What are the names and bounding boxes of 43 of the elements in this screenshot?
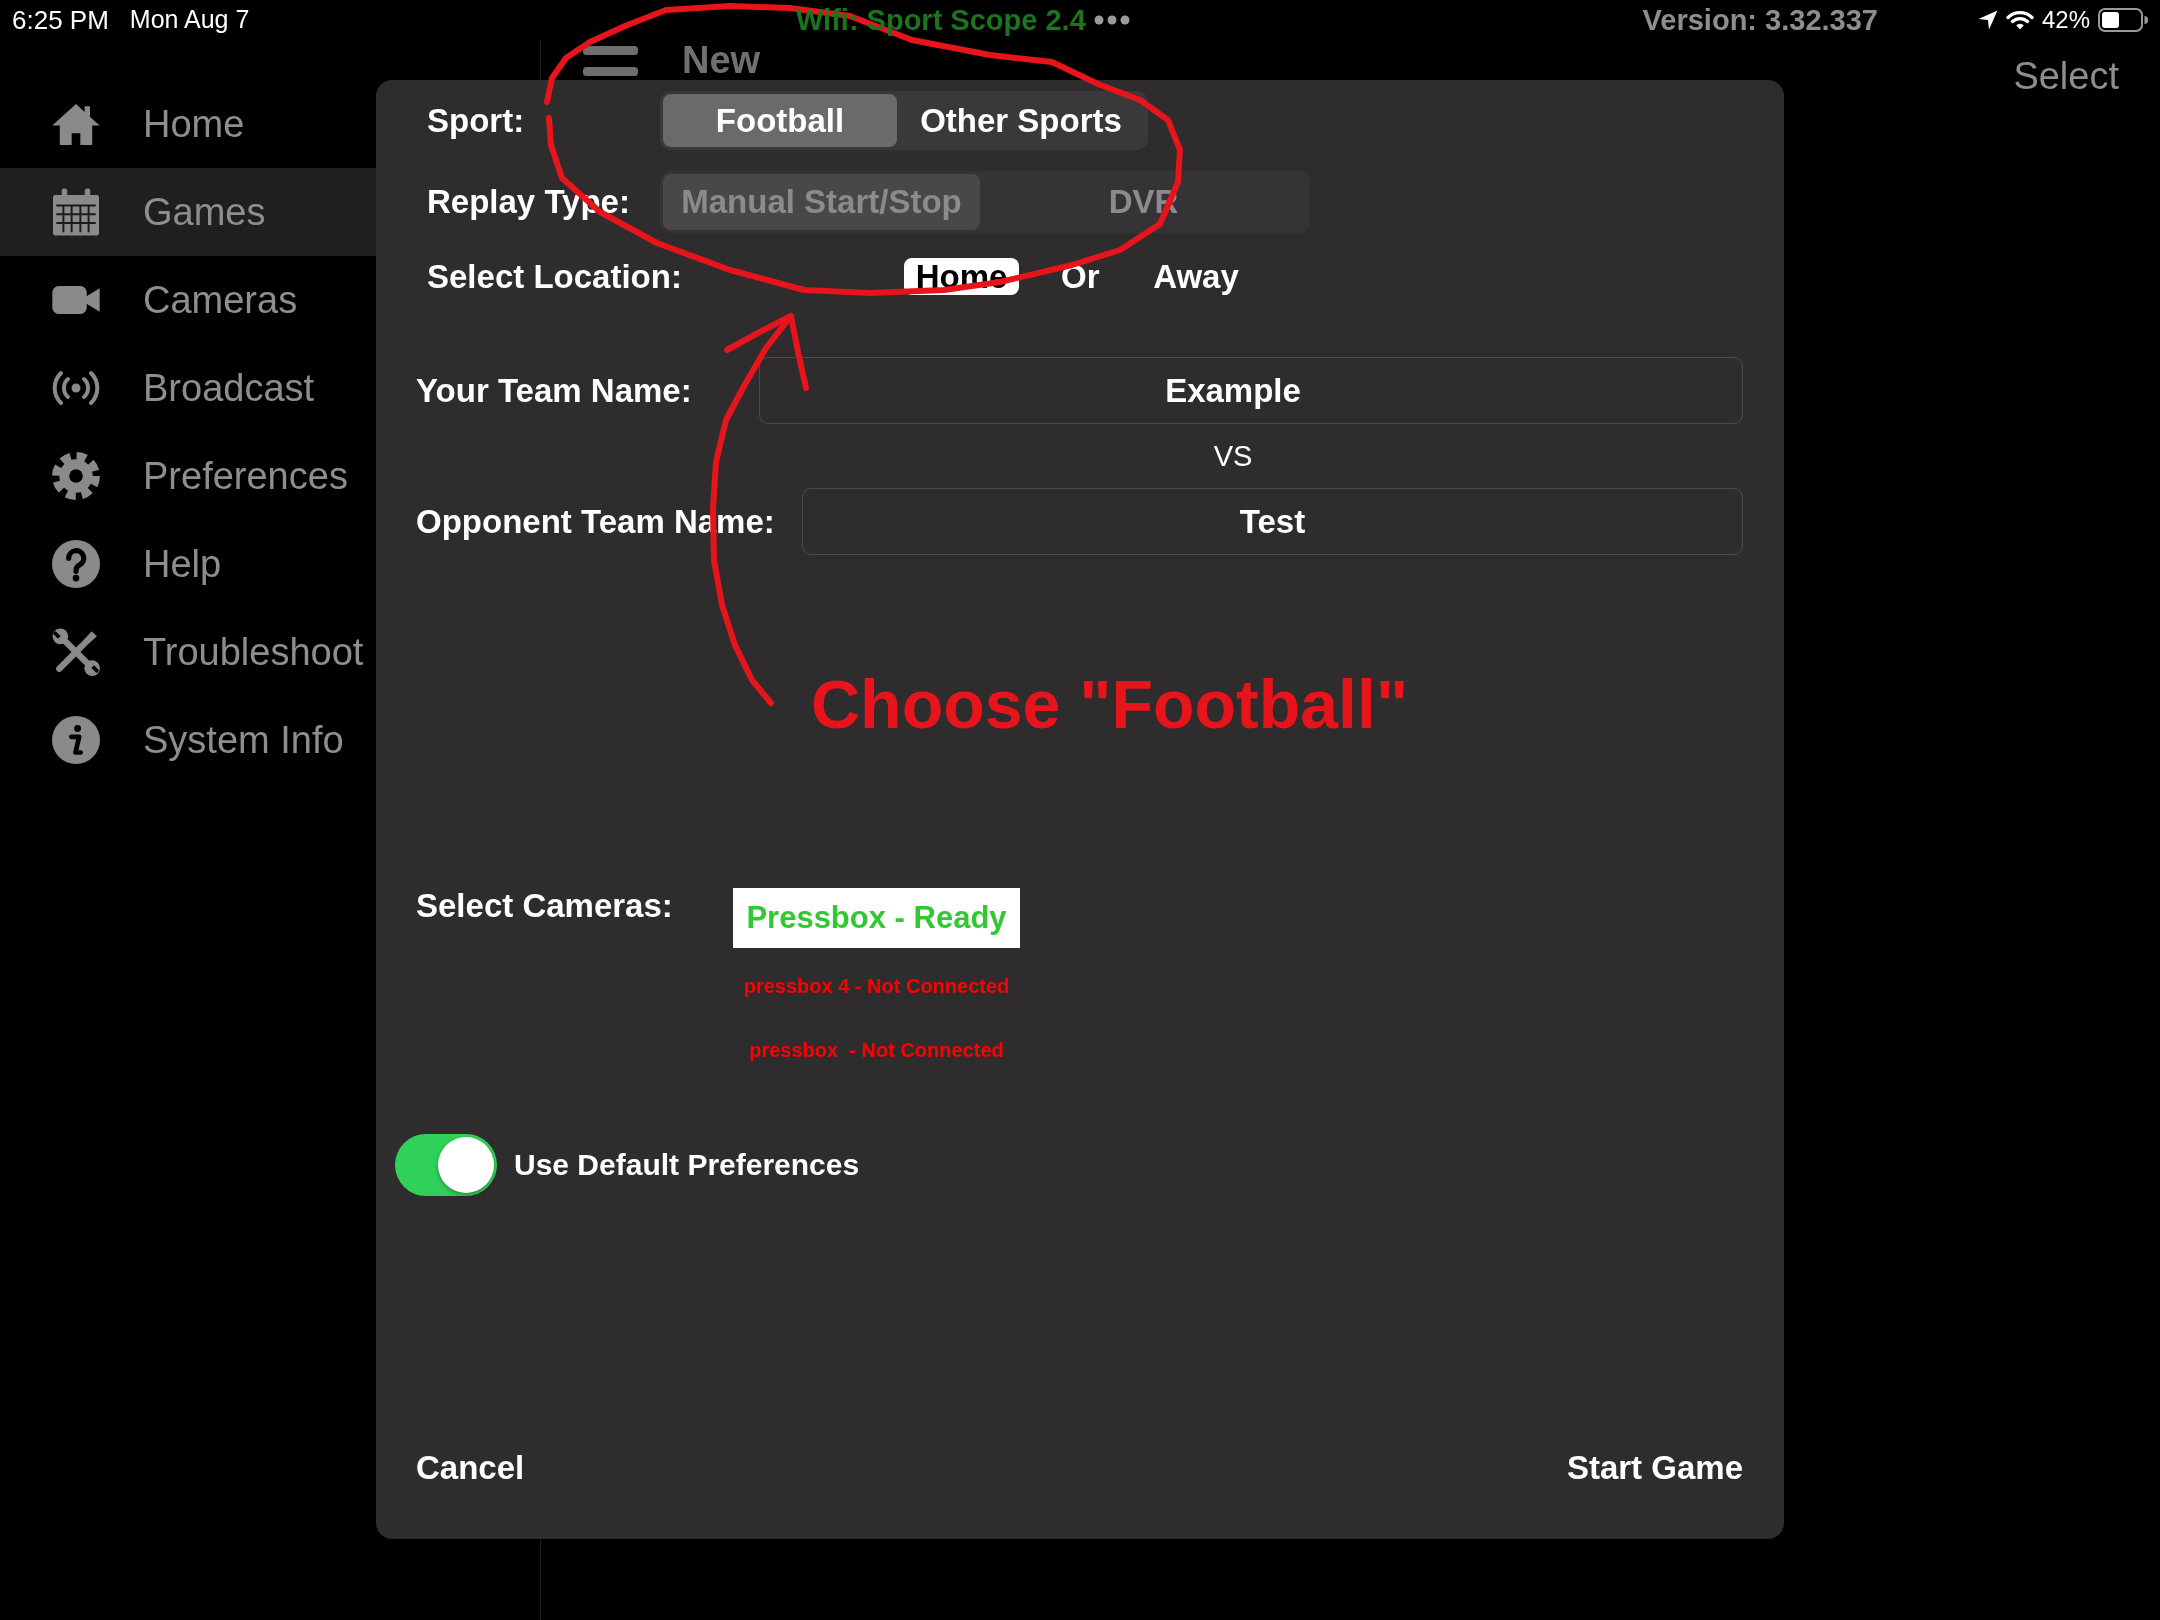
broadcast-icon bbox=[52, 370, 100, 406]
help-icon bbox=[52, 540, 100, 588]
location-arrow-icon bbox=[1977, 10, 1998, 30]
camera-option[interactable]: pressbox - Not Connected bbox=[733, 1018, 1020, 1082]
calendar-icon bbox=[53, 188, 99, 236]
sidebar-item[interactable]: Home bbox=[0, 80, 376, 168]
sidebar-item[interactable]: Cameras bbox=[0, 256, 376, 344]
video-camera-icon bbox=[52, 286, 100, 314]
annotation-text: Choose "Football" bbox=[811, 665, 1409, 744]
cancel-button[interactable]: Cancel bbox=[416, 1449, 525, 1487]
versus-text: VS bbox=[1213, 439, 1253, 473]
wrench-screwdriver-icon bbox=[52, 628, 100, 676]
sidebar-item[interactable]: Broadcast bbox=[0, 344, 376, 432]
opponent-name-field[interactable]: Test bbox=[802, 488, 1743, 555]
toggle-label: Use Default Preferences bbox=[514, 1148, 860, 1182]
sport-label: Sport: bbox=[427, 100, 526, 141]
location-label: Select Location: bbox=[427, 256, 683, 297]
version-text: Version: 3.32.337 bbox=[1642, 3, 1878, 37]
wifi-icon bbox=[2005, 9, 2034, 31]
info-icon bbox=[52, 716, 100, 764]
sidebar-item[interactable]: Preferences bbox=[0, 432, 376, 520]
team-name-field[interactable]: Example bbox=[759, 357, 1743, 424]
start-game-button[interactable]: Start Game bbox=[1566, 1449, 1743, 1487]
gear-icon bbox=[52, 452, 100, 500]
segment-tab[interactable]: Other Sports bbox=[897, 94, 1145, 147]
camera-option[interactable]: pressbox 4 - Not Connected bbox=[733, 954, 1020, 1018]
sidebar-item[interactable]: Troubleshoot bbox=[0, 608, 376, 696]
more-dots-icon[interactable] bbox=[1093, 15, 1130, 25]
status-date: Mon Aug 7 bbox=[129, 4, 250, 35]
segment-tab[interactable]: Football bbox=[663, 94, 897, 147]
battery-icon bbox=[2098, 8, 2148, 32]
menu-icon[interactable] bbox=[583, 46, 638, 76]
status-time: 6:25 PM bbox=[12, 4, 109, 36]
battery-percent: 42% bbox=[2041, 6, 2090, 34]
cameras-label: Select Cameras: bbox=[416, 888, 674, 924]
house-icon bbox=[52, 103, 100, 145]
sidebar-item[interactable]: Games bbox=[0, 168, 376, 256]
nav-title: New bbox=[682, 40, 761, 80]
team-name-label: Your Team Name: bbox=[416, 370, 693, 411]
sidebar-item[interactable]: Help bbox=[0, 520, 376, 608]
location-option[interactable]: Away bbox=[1138, 258, 1254, 295]
sidebar-item[interactable]: System Info bbox=[0, 696, 376, 784]
select-button[interactable]: Select bbox=[2013, 54, 2119, 98]
